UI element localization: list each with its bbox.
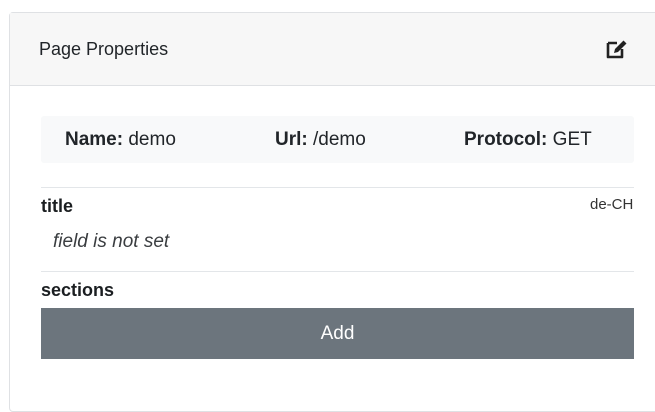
page-properties-panel: Page Properties Name: demo Url: /demo Pr… <box>9 12 655 412</box>
edit-icon <box>606 40 627 59</box>
protocol-label: Protocol: <box>464 129 548 150</box>
panel-header: Page Properties <box>10 13 655 86</box>
add-section-button[interactable]: Add <box>41 308 634 359</box>
name-value: demo <box>128 129 176 150</box>
title-field-label: title <box>41 196 74 216</box>
page-info-bar: Name: demo Url: /demo Protocol: GET <box>41 116 634 163</box>
locale-badge: de-CH <box>590 196 634 213</box>
page-name: Name: demo <box>65 116 176 163</box>
protocol-value: GET <box>552 129 592 150</box>
page-url: Url: /demo <box>275 116 366 163</box>
url-label: Url: <box>275 129 308 150</box>
sections-field-label: sections <box>41 280 115 300</box>
divider <box>41 271 634 272</box>
title-field-empty: field is not set <box>53 231 170 252</box>
page-protocol: Protocol: GET <box>464 116 592 163</box>
url-value: /demo <box>313 129 366 150</box>
panel-title: Page Properties <box>39 39 169 59</box>
edit-button[interactable] <box>602 35 630 63</box>
divider <box>41 187 634 188</box>
name-label: Name: <box>65 129 124 150</box>
